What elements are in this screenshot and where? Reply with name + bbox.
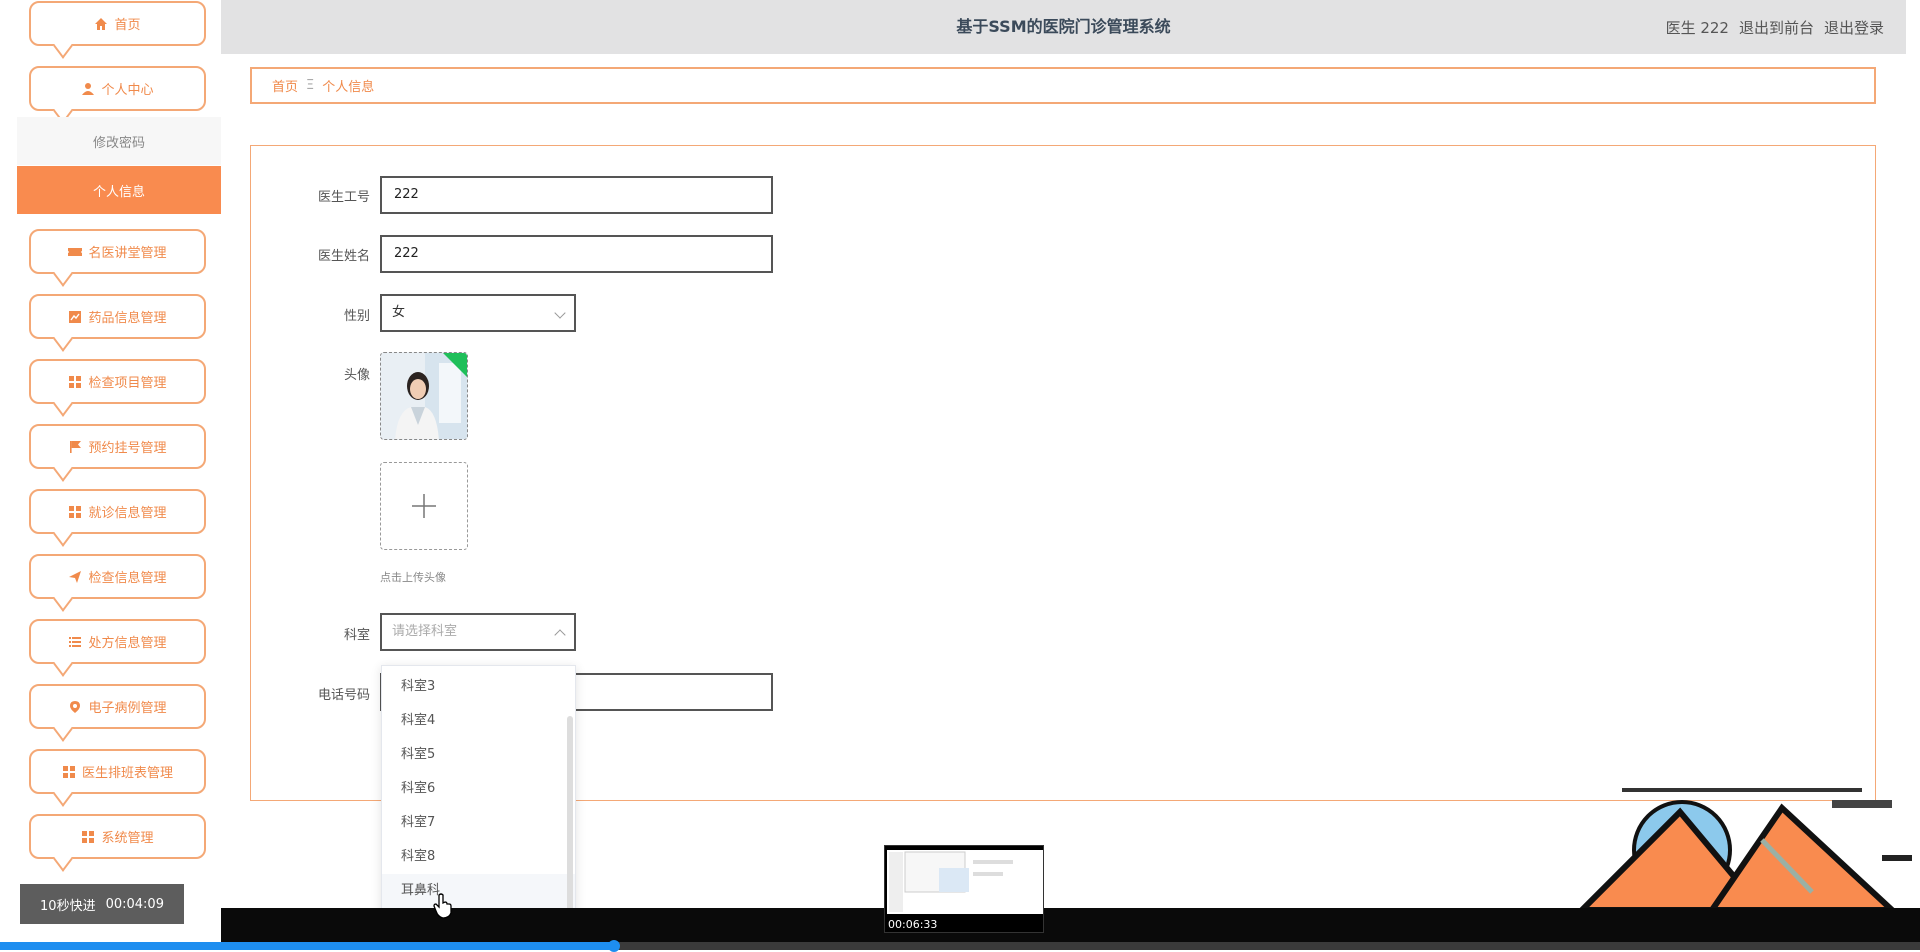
breadcrumb: 首页 Ξ 个人信息 xyxy=(250,67,1876,104)
sidebar-item-label: 就诊信息管理 xyxy=(88,506,167,521)
logout-link[interactable]: 退出登录 xyxy=(1824,17,1884,38)
top-links: 医生 222 退出到前台 退出登录 xyxy=(1666,0,1884,54)
sidebar-subitem-change-password[interactable]: 修改密码 xyxy=(17,117,221,165)
sidebar-subitem-label: 修改密码 xyxy=(92,135,145,151)
video-progress-handle[interactable] xyxy=(608,940,621,952)
chevron-up-icon xyxy=(554,629,566,641)
top-header: 基于SSM的医院门诊管理系统 医生 222 退出到前台 退出登录 xyxy=(221,0,1906,54)
fast-forward-label: 10秒快进 xyxy=(40,898,96,914)
back-to-front-link[interactable]: 退出到前台 xyxy=(1739,17,1814,38)
user-label: 医生 222 xyxy=(1665,18,1729,37)
sidebar-item-lecture[interactable]: 名医讲堂管理 xyxy=(29,229,206,274)
doctor-id-label: 医生工号 xyxy=(317,190,370,205)
doctor-name-input[interactable]: 222 xyxy=(380,235,773,273)
chart-icon xyxy=(68,310,82,324)
dropdown-option[interactable]: 科室4 xyxy=(382,704,575,738)
sidebar-item-personal-center[interactable]: 个人中心 xyxy=(29,66,206,111)
plus-icon xyxy=(412,494,436,518)
doctor-name-label: 医生姓名 xyxy=(317,249,370,264)
sidebar-item-label: 药品信息管理 xyxy=(88,311,167,326)
app-title: 基于SSM的医院门诊管理系统 xyxy=(956,17,1171,36)
grid-icon xyxy=(81,830,95,844)
sidebar-item-prescription[interactable]: 处方信息管理 xyxy=(29,619,206,664)
doctor-portrait-icon xyxy=(381,353,467,439)
preview-thumbnail: 00:06:33 xyxy=(884,845,1044,933)
sidebar: 首页 个人中心 修改密码 个人信息 名医讲堂管理 药品信息管理 检查项目管理 预… xyxy=(0,0,221,950)
flag-icon xyxy=(68,440,82,454)
breadcrumb-separator: Ξ xyxy=(306,78,315,93)
fast-forward-button[interactable]: 10秒快进 00:04:09 xyxy=(20,884,184,924)
sidebar-item-label: 处方信息管理 xyxy=(88,636,167,651)
sidebar-item-visit-info[interactable]: 就诊信息管理 xyxy=(29,489,206,534)
current-time: 00:04:09 xyxy=(105,896,164,912)
sidebar-item-label: 首页 xyxy=(114,18,141,33)
sidebar-item-emr[interactable]: 电子病例管理 xyxy=(29,684,206,729)
sidebar-item-home[interactable]: 首页 xyxy=(29,1,206,46)
hand-cursor-icon xyxy=(433,893,452,919)
home-icon xyxy=(94,17,108,31)
grid-icon xyxy=(62,765,76,779)
upload-tip: 点击上传头像 xyxy=(380,571,446,584)
breadcrumb-current: 个人信息 xyxy=(322,80,375,95)
player-bar xyxy=(221,908,1920,942)
dropdown-option[interactable]: 科室5 xyxy=(382,738,575,772)
gender-value: 女 xyxy=(392,305,406,320)
sidebar-subitem-personal-info[interactable]: 个人信息 xyxy=(17,166,221,214)
video-progress-bar[interactable] xyxy=(0,940,1920,952)
breadcrumb-home[interactable]: 首页 xyxy=(272,76,298,95)
thumbnail-time: 00:06:33 xyxy=(888,918,938,931)
phone-label: 电话号码 xyxy=(317,688,370,703)
list-icon xyxy=(68,635,82,649)
sidebar-item-label: 预约挂号管理 xyxy=(88,441,167,456)
dropdown-scrollbar[interactable] xyxy=(567,716,573,912)
location-icon xyxy=(68,700,82,714)
department-select[interactable]: 请选择科室 xyxy=(380,613,576,651)
doctor-id-input[interactable]: 222 xyxy=(380,176,773,214)
gender-select[interactable]: 女 xyxy=(380,294,576,332)
video-progress-fill xyxy=(0,942,615,950)
dropdown-option[interactable]: 科室8 xyxy=(382,840,575,874)
sidebar-item-medicine[interactable]: 药品信息管理 xyxy=(29,294,206,339)
department-dropdown: 科室3 科室4 科室5 科室6 科室7 科室8 耳鼻科 xyxy=(381,665,576,917)
sidebar-item-label: 检查项目管理 xyxy=(88,376,167,391)
gender-label: 性别 xyxy=(343,309,370,324)
user-icon xyxy=(81,82,95,96)
avatar-label: 头像 xyxy=(343,368,370,383)
sidebar-item-label: 系统管理 xyxy=(101,831,154,846)
sidebar-item-appointment[interactable]: 预约挂号管理 xyxy=(29,424,206,469)
sidebar-item-exam-info[interactable]: 检查信息管理 xyxy=(29,554,206,599)
sidebar-item-label: 个人中心 xyxy=(101,83,154,98)
department-placeholder: 请选择科室 xyxy=(392,624,458,639)
department-label: 科室 xyxy=(343,628,370,643)
thumbnail-image xyxy=(887,850,1043,914)
mountain-illustration xyxy=(1577,788,1912,910)
grid-icon xyxy=(68,505,82,519)
dropdown-option[interactable]: 科室6 xyxy=(382,772,575,806)
sidebar-item-label: 名医讲堂管理 xyxy=(88,246,167,261)
send-icon xyxy=(68,570,82,584)
sidebar-strip xyxy=(0,0,17,950)
sidebar-item-schedule[interactable]: 医生排班表管理 xyxy=(29,749,206,794)
chevron-down-icon xyxy=(554,307,566,319)
dropdown-option-hovered[interactable]: 耳鼻科 xyxy=(382,874,575,908)
sidebar-item-label: 电子病例管理 xyxy=(88,701,167,716)
sidebar-subitem-label: 个人信息 xyxy=(92,184,145,200)
ticket-icon xyxy=(68,245,83,259)
sidebar-item-exam-items[interactable]: 检查项目管理 xyxy=(29,359,206,404)
sidebar-item-label: 医生排班表管理 xyxy=(81,766,173,781)
upload-avatar-button[interactable] xyxy=(380,462,468,550)
avatar-image[interactable] xyxy=(380,352,468,440)
dropdown-option[interactable]: 科室3 xyxy=(382,670,575,704)
sidebar-item-system[interactable]: 系统管理 xyxy=(29,814,206,859)
grid-icon xyxy=(68,375,82,389)
dropdown-option[interactable]: 科室7 xyxy=(382,806,575,840)
sidebar-item-label: 检查信息管理 xyxy=(88,571,167,586)
